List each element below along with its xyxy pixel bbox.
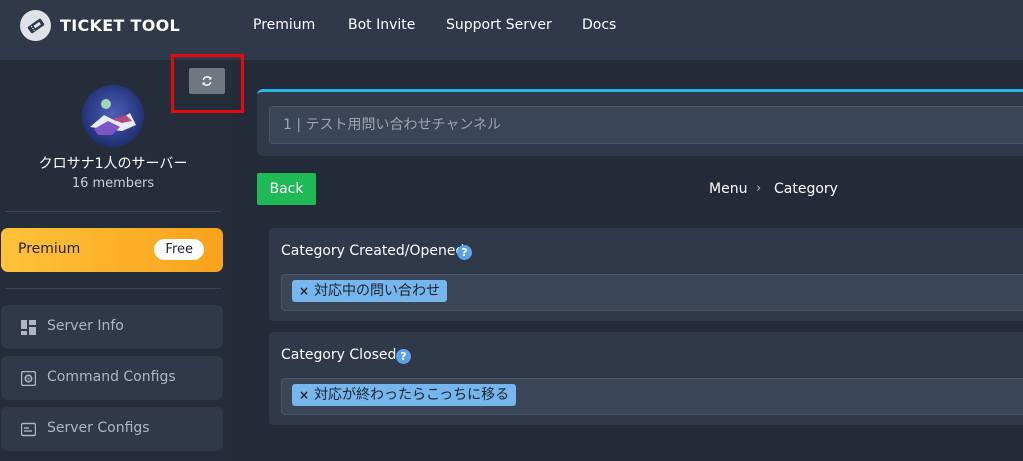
- sidebar-item-server-configs[interactable]: Server Configs: [1, 407, 223, 451]
- selected-category-tag: × 対応が終わったらこっちに移る: [292, 384, 517, 406]
- back-button[interactable]: Back: [257, 173, 316, 205]
- remove-tag-icon[interactable]: ×: [299, 384, 309, 406]
- help-icon[interactable]: ?: [396, 349, 411, 364]
- server-name: クロサナ1人のサーバー: [38, 156, 188, 172]
- nav-support-server[interactable]: Support Server: [446, 17, 552, 33]
- help-icon[interactable]: ?: [457, 245, 472, 260]
- nav-docs[interactable]: Docs: [582, 17, 616, 33]
- premium-button[interactable]: Premium Free: [1, 228, 223, 272]
- brand-logo[interactable]: TICKET TOOL: [20, 10, 180, 41]
- brand-name: TICKET TOOL: [60, 16, 181, 35]
- breadcrumb-menu[interactable]: Menu: [709, 181, 747, 197]
- nav-bot-invite[interactable]: Bot Invite: [348, 17, 415, 33]
- panel-title: Category Closed: [281, 347, 397, 363]
- ticket-icon: [20, 10, 51, 41]
- channel-card: 1 | テスト用問い合わせチャンネル: [257, 89, 1023, 156]
- panel-title: Category Created/Opened: [281, 243, 465, 259]
- plan-badge: Free: [154, 239, 204, 260]
- settings-square-icon: [21, 371, 36, 386]
- sidebar-item-command-configs[interactable]: Command Configs: [1, 356, 223, 400]
- category-opened-panel: Category Created/Opened ? × 対応中の問い合わせ: [269, 228, 1023, 321]
- tag-label: 対応中の問い合わせ: [314, 283, 441, 299]
- channel-select[interactable]: 1 | テスト用問い合わせチャンネル: [269, 106, 1023, 144]
- sidebar-item-label: Command Configs: [47, 369, 176, 385]
- dashboard-icon: [21, 320, 36, 335]
- server-avatar: [82, 85, 144, 147]
- selected-category-tag: × 対応中の問い合わせ: [292, 280, 448, 302]
- breadcrumb-category: Category: [774, 181, 838, 197]
- nav-premium[interactable]: Premium: [253, 17, 315, 33]
- refresh-button[interactable]: [189, 68, 225, 94]
- sidebar-divider: [5, 288, 221, 289]
- server-config-icon: [21, 422, 36, 437]
- sidebar-item-label: Server Configs: [47, 420, 150, 436]
- sidebar-divider: [5, 211, 221, 212]
- category-opened-select[interactable]: × 対応中の問い合わせ: [281, 274, 1023, 311]
- category-closed-panel: Category Closed ? × 対応が終わったらこっちに移る: [269, 332, 1023, 425]
- category-closed-select[interactable]: × 対応が終わったらこっちに移る: [281, 378, 1023, 415]
- member-count: 16 members: [71, 176, 155, 191]
- remove-tag-icon[interactable]: ×: [299, 280, 309, 302]
- refresh-icon: [202, 76, 212, 86]
- premium-label: Premium: [18, 241, 81, 257]
- breadcrumb-separator: ›: [756, 181, 762, 196]
- top-navbar: TICKET TOOL Premium Bot Invite Support S…: [0, 0, 1023, 60]
- sidebar-item-label: Server Info: [47, 318, 124, 334]
- sidebar-item-server-info[interactable]: Server Info: [1, 305, 223, 349]
- tag-label: 対応が終わったらこっちに移る: [314, 387, 510, 403]
